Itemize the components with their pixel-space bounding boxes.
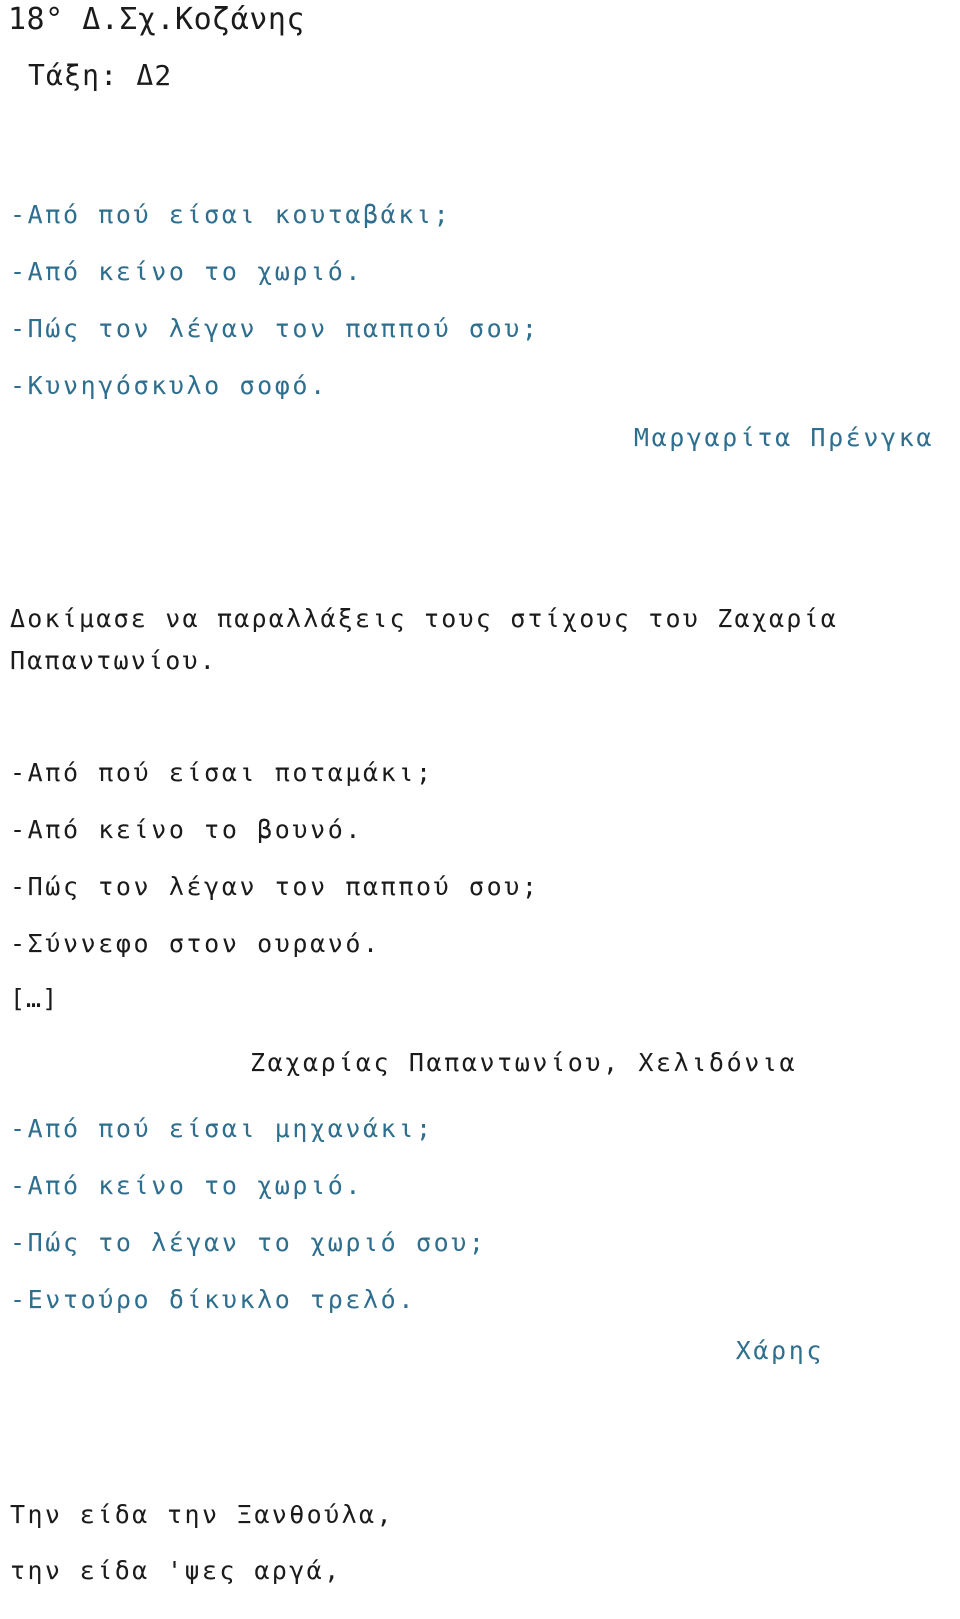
instruction-paragraph: Δοκίμασε να παραλλάξεις τους στίχους του… (10, 598, 940, 682)
poem-line: -Από πού είσαι μηχανάκι; (10, 1114, 434, 1143)
poem-line: -Από πού είσαι κουταβάκι; (10, 200, 452, 229)
poem-line: -Εντούρο δίκυκλο τρελό. (10, 1285, 416, 1314)
closing-line: Την είδα την Ξανθούλα, (10, 1500, 394, 1529)
poem-line: -Από πού είσαι ποταμάκι; (10, 758, 434, 787)
poem-line: -Από κείνο το βουνό. (10, 815, 364, 844)
instruction-line: Δοκίμασε να παραλλάξεις τους στίχους του… (10, 604, 839, 633)
student-poem-1-block: -Από πού είσαι κουταβάκι; -Από κείνο το … (10, 186, 540, 414)
student-poem-2-attribution: Χάρης (735, 1336, 824, 1365)
poem-line: -Από κείνο το χωριό. (10, 257, 364, 286)
original-poem-block: -Από πού είσαι ποταμάκι; -Από κείνο το β… (10, 744, 540, 972)
poem-line: -Πώς τον λέγαν τον παππού σου; (10, 314, 540, 343)
ellipsis-marker: […] (10, 984, 59, 1013)
class-label: Τάξη: Δ2 (28, 59, 173, 92)
school-name-heading: 18° Δ.Σχ.Κοζάνης (8, 2, 305, 37)
student-poem-2-block: -Από πού είσαι μηχανάκι; -Από κείνο το χ… (10, 1100, 487, 1328)
poem-line: -Κυνηγόσκυλο σοφό. (10, 371, 328, 400)
original-poem-attribution: Ζαχαρίας Παπαντωνίου, Χελιδόνια (250, 1048, 798, 1077)
poem-line: -Από κείνο το χωριό. (10, 1171, 364, 1200)
poem-line: -Πώς το λέγαν το χωριό σου; (10, 1228, 487, 1257)
poem-line: -Πώς τον λέγαν τον παππού σου; (10, 872, 540, 901)
closing-line: την είδα 'ψες αργά, (10, 1556, 342, 1585)
poem-line: -Σύννεφο στον ουρανό. (10, 929, 381, 958)
document-page: 18° Δ.Σχ.Κοζάνης Τάξη: Δ2 -Από πού είσαι… (0, 0, 960, 1619)
student-poem-1-attribution: Μαργαρίτα Πρένγκα (633, 423, 934, 452)
instruction-line: Παπαντωνίου. (10, 646, 218, 675)
closing-couplet-block: Την είδα την Ξανθούλα, την είδα 'ψες αργ… (10, 1487, 394, 1599)
